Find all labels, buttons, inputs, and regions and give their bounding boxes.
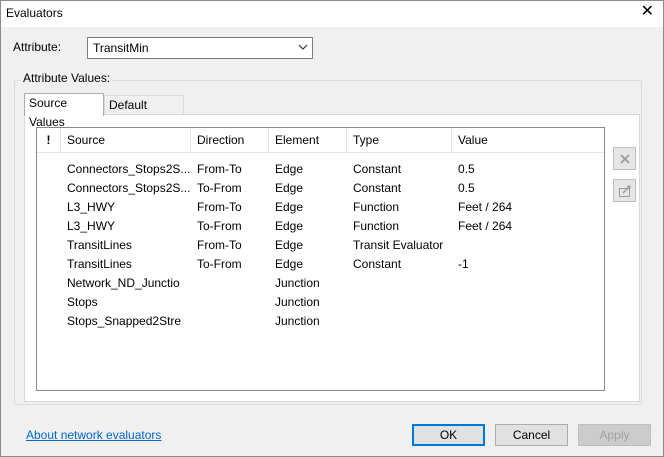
list-header: ! Source Direction Element Type Value xyxy=(37,128,604,153)
cell-type: Function xyxy=(353,200,400,214)
cell-element: Edge xyxy=(275,238,304,252)
table-row[interactable]: Stops_Snapped2Stre Junction xyxy=(37,312,604,331)
table-row[interactable]: L3_HWY To-From Edge Function Feet / 264 xyxy=(37,217,604,236)
cell-element: Junction xyxy=(275,295,320,309)
ok-button[interactable]: OK xyxy=(412,424,485,446)
column-header-source[interactable]: Source xyxy=(61,128,191,153)
column-header-element[interactable]: Element xyxy=(269,128,347,153)
table-row[interactable]: L3_HWY From-To Edge Function Feet / 264 xyxy=(37,198,604,217)
table-row[interactable]: TransitLines From-To Edge Transit Evaluator xyxy=(37,236,604,255)
cell-direction: From-To xyxy=(197,162,242,176)
cell-type: Transit Evaluator xyxy=(353,238,444,252)
close-icon[interactable]: ✕ xyxy=(641,3,654,21)
cell-element: Junction xyxy=(275,276,320,290)
title-bar: Evaluators ✕ xyxy=(0,0,664,27)
cell-direction: From-To xyxy=(197,238,242,252)
cell-direction xyxy=(191,312,269,331)
table-row[interactable]: Connectors_Stops2S... To-From Edge Constant… xyxy=(37,179,604,198)
cell-value: Feet / 264 xyxy=(458,200,513,214)
cell-direction: To-From xyxy=(197,257,242,271)
cell-value xyxy=(452,293,604,312)
attribute-label: Attribute: xyxy=(13,40,62,54)
table-row[interactable]: TransitLines To-From Edge Constant -1 xyxy=(37,255,604,274)
cell-direction xyxy=(191,274,269,293)
cell-source: L3_HWY xyxy=(67,219,116,233)
cell-source: TransitLines xyxy=(67,257,132,271)
evaluators-list[interactable]: ! Source Direction Element Type Value Co… xyxy=(36,127,605,391)
about-network-evaluators-link[interactable]: About network evaluators xyxy=(26,428,161,442)
cell-element: Edge xyxy=(275,181,304,195)
cell-source: Connectors_Stops2S... xyxy=(67,162,191,176)
cell-source: Network_ND_Junctio xyxy=(67,276,180,290)
column-header-warning[interactable]: ! xyxy=(37,128,61,153)
attribute-values-label: Attribute Values: xyxy=(21,71,113,85)
cell-value xyxy=(452,312,604,331)
cell-direction xyxy=(191,293,269,312)
cell-value: 0.5 xyxy=(458,162,475,176)
cell-source: TransitLines xyxy=(67,238,132,252)
cell-direction: From-To xyxy=(197,200,242,214)
cell-type xyxy=(347,293,452,312)
cell-element: Edge xyxy=(275,257,304,271)
chevron-down-icon xyxy=(298,44,308,50)
cell-direction: To-From xyxy=(197,181,242,195)
cell-element: Edge xyxy=(275,200,304,214)
delete-x-icon xyxy=(619,153,630,164)
cell-value: 0.5 xyxy=(458,181,475,195)
cell-source: Stops_Snapped2Stre xyxy=(67,314,182,328)
cell-type: Constant xyxy=(353,162,402,176)
table-row[interactable]: Network_ND_Junctio Junction xyxy=(37,274,604,293)
tab-source-values-label: Source Values xyxy=(29,96,68,129)
apply-button[interactable]: Apply xyxy=(578,424,651,446)
cell-type: Constant xyxy=(353,181,402,195)
column-header-value[interactable]: Value xyxy=(452,128,604,153)
cell-value: Feet / 264 xyxy=(458,219,513,233)
tab-source-values[interactable]: Source Values xyxy=(24,93,104,129)
cell-value: -1 xyxy=(458,257,469,271)
cell-element: Edge xyxy=(275,162,304,176)
cell-value xyxy=(452,236,604,255)
attribute-selected-value: TransitMin xyxy=(93,41,149,55)
cell-type xyxy=(347,312,452,331)
cell-type: Function xyxy=(353,219,400,233)
cell-element: Junction xyxy=(275,314,320,328)
properties-icon xyxy=(618,184,631,197)
table-row[interactable]: Connectors_Stops2S... From-To Edge Constant… xyxy=(37,160,604,179)
cell-value xyxy=(452,274,604,293)
cell-type: Constant xyxy=(353,257,402,271)
cell-source: Stops xyxy=(67,295,98,309)
column-header-direction[interactable]: Direction xyxy=(191,128,269,153)
cell-direction: To-From xyxy=(197,219,242,233)
attribute-dropdown[interactable]: TransitMin xyxy=(87,37,313,59)
cell-type xyxy=(347,274,452,293)
tab-default-values[interactable]: Default Values xyxy=(104,95,184,131)
column-header-type[interactable]: Type xyxy=(347,128,452,153)
cell-source: Connectors_Stops2S... xyxy=(67,181,191,195)
table-row[interactable]: Stops Junction xyxy=(37,293,604,312)
cell-element: Edge xyxy=(275,219,304,233)
properties-button[interactable] xyxy=(613,179,636,202)
delete-button[interactable] xyxy=(613,147,636,170)
cell-source: L3_HWY xyxy=(67,200,116,214)
window-title: Evaluators xyxy=(6,6,63,20)
cancel-button[interactable]: Cancel xyxy=(495,424,568,446)
